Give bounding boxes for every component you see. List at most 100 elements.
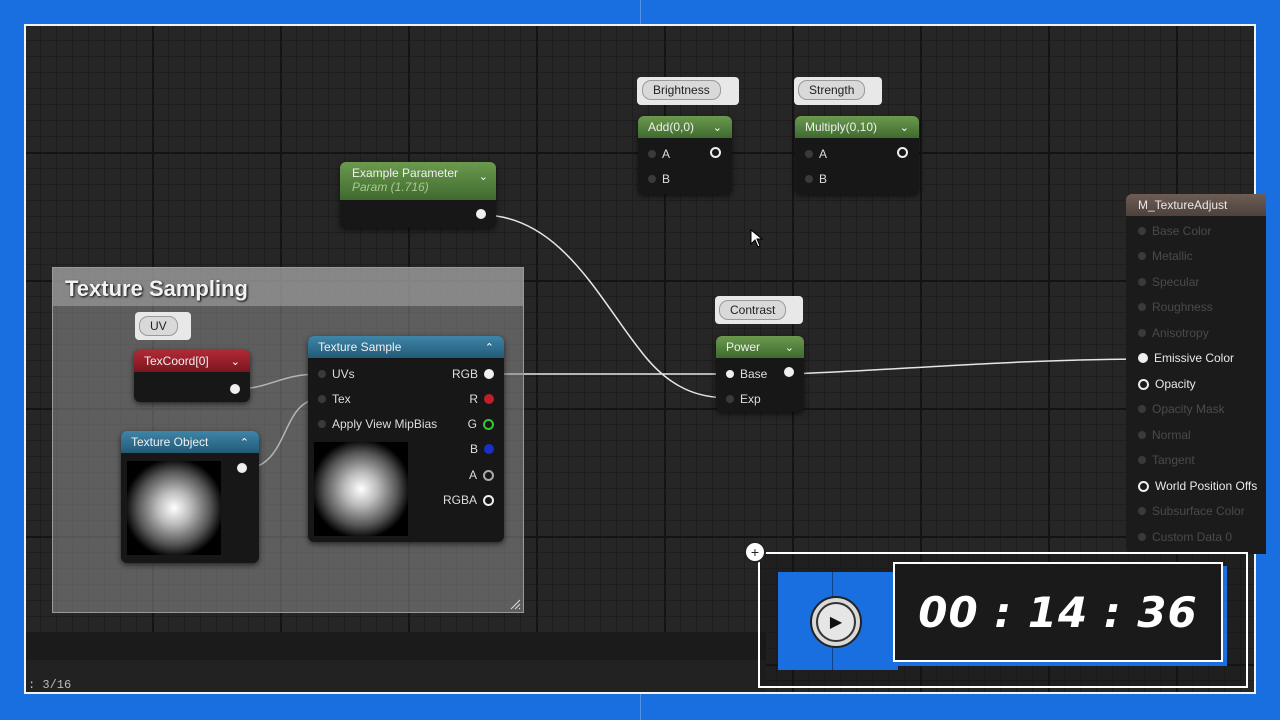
power-node-header[interactable]: Power ⌄ bbox=[716, 336, 804, 358]
pin-dot-icon bbox=[726, 395, 734, 403]
example-parameter-title: Example Parameter bbox=[352, 166, 459, 180]
pin-opacity-mask[interactable]: Opacity Mask bbox=[1138, 402, 1225, 416]
play-icon: ▶ bbox=[816, 602, 856, 642]
multiply-node[interactable]: Multiply(0,10) ⌄ A B bbox=[795, 116, 919, 194]
chevron-down-icon[interactable]: ⌄ bbox=[479, 170, 488, 183]
pin-anisotropy[interactable]: Anisotropy bbox=[1138, 326, 1209, 340]
pin-dot-icon bbox=[1138, 329, 1146, 337]
chevron-up-icon[interactable]: ⌃ bbox=[485, 341, 494, 354]
texture-sample-r-pin[interactable]: R bbox=[469, 392, 494, 406]
power-node-title: Power bbox=[726, 340, 761, 354]
chevron-down-icon[interactable]: ⌄ bbox=[785, 341, 794, 354]
texture-object-header[interactable]: Texture Object ⌃ bbox=[121, 431, 259, 453]
add-pin-b[interactable]: B bbox=[648, 172, 670, 186]
texcoord-output-pin[interactable] bbox=[230, 384, 240, 394]
texcoord-node[interactable]: TexCoord[0] ⌄ bbox=[134, 350, 250, 402]
power-pin-exp[interactable]: Exp bbox=[726, 392, 761, 406]
material-output-node[interactable]: M_TextureAdjust Base Color Metallic Spec… bbox=[1126, 194, 1266, 554]
pin-dot-icon bbox=[648, 175, 656, 183]
chevron-down-icon[interactable]: ⌄ bbox=[900, 121, 909, 134]
pin-label: A bbox=[819, 147, 828, 161]
texture-sample-uvs-pin[interactable]: UVs bbox=[318, 367, 355, 381]
pin-dot-icon bbox=[1138, 480, 1149, 492]
texture-sample-rgba-pin[interactable]: RGBA bbox=[443, 493, 494, 507]
comment-title[interactable]: Texture Sampling bbox=[53, 268, 523, 306]
bottom-toolbar bbox=[26, 632, 766, 660]
pin-tangent[interactable]: Tangent bbox=[1138, 453, 1195, 467]
power-pin-base[interactable]: Base bbox=[726, 367, 767, 381]
multiply-pin-a[interactable]: A bbox=[805, 147, 827, 161]
example-parameter-node[interactable]: Example Parameter Param (1.716) ⌄ bbox=[340, 162, 496, 228]
play-button[interactable]: ▶ bbox=[810, 596, 862, 648]
pin-normal[interactable]: Normal bbox=[1138, 428, 1191, 442]
texture-sample-g-pin[interactable]: G bbox=[468, 417, 494, 431]
pin-dot-icon bbox=[1138, 405, 1146, 413]
pin-label: Exp bbox=[740, 392, 761, 406]
contrast-tag[interactable]: Contrast bbox=[719, 300, 787, 320]
pin-label: Base bbox=[740, 367, 768, 381]
pin-metallic[interactable]: Metallic bbox=[1138, 249, 1193, 263]
rgba-pin-icon bbox=[483, 494, 494, 506]
texture-sample-b-pin[interactable]: B bbox=[470, 442, 494, 456]
output-pin-icon bbox=[710, 147, 721, 158]
pin-specular[interactable]: Specular bbox=[1138, 275, 1199, 289]
pin-emissive-color[interactable]: Emissive Color bbox=[1138, 351, 1234, 365]
texture-object-node[interactable]: Texture Object ⌃ bbox=[121, 431, 259, 563]
pin-label: Opacity bbox=[1155, 377, 1196, 391]
example-parameter-output-pin[interactable] bbox=[476, 209, 486, 219]
texture-object-title: Texture Object bbox=[131, 435, 209, 449]
pin-label: Roughness bbox=[1152, 300, 1213, 314]
multiply-node-header[interactable]: Multiply(0,10) ⌄ bbox=[795, 116, 919, 138]
pin-dot-icon bbox=[726, 370, 734, 378]
pin-roughness[interactable]: Roughness bbox=[1138, 300, 1213, 314]
multiply-pin-b[interactable]: B bbox=[805, 172, 827, 186]
chevron-down-icon[interactable]: ⌄ bbox=[713, 121, 722, 134]
pin-world-position-offset[interactable]: World Position Offs bbox=[1138, 479, 1257, 493]
green-pin-icon bbox=[483, 418, 494, 430]
texture-sample-node[interactable]: Texture Sample ⌃ UVs Tex Apply View MipBi… bbox=[308, 336, 504, 542]
texture-object-output-pin[interactable] bbox=[237, 463, 247, 473]
wire-power-to-emissive bbox=[789, 358, 1141, 375]
pin-dot-icon bbox=[318, 370, 326, 378]
pin-label: B bbox=[662, 172, 671, 186]
pin-opacity[interactable]: Opacity bbox=[1138, 377, 1196, 391]
uv-tag[interactable]: UV bbox=[139, 316, 178, 336]
add-pin-a[interactable]: A bbox=[648, 147, 670, 161]
pin-label: B bbox=[469, 442, 478, 456]
add-node[interactable]: Add(0,0) ⌄ A B bbox=[638, 116, 732, 194]
strength-tag[interactable]: Strength bbox=[798, 80, 866, 100]
alpha-pin-icon bbox=[483, 469, 494, 481]
material-output-title[interactable]: M_TextureAdjust bbox=[1126, 194, 1266, 216]
texcoord-node-header[interactable]: TexCoord[0] ⌄ bbox=[134, 350, 250, 372]
pin-dot-icon bbox=[1138, 378, 1149, 390]
multiply-output-pin[interactable] bbox=[897, 147, 908, 158]
pin-label: A bbox=[662, 147, 671, 161]
resize-handle-icon[interactable] bbox=[509, 598, 521, 610]
texture-sample-tex-pin[interactable]: Tex bbox=[318, 392, 351, 406]
pin-subsurface-color[interactable]: Subsurface Color bbox=[1138, 504, 1245, 518]
add-node-title: Add(0,0) bbox=[648, 120, 695, 134]
pin-custom-data-0[interactable]: Custom Data 0 bbox=[1138, 530, 1232, 544]
pin-label: UVs bbox=[332, 367, 355, 381]
texture-sample-a-pin[interactable]: A bbox=[469, 468, 494, 482]
plus-icon[interactable]: + bbox=[744, 541, 766, 563]
power-node[interactable]: Power ⌄ Base Exp bbox=[716, 336, 804, 412]
add-node-header[interactable]: Add(0,0) ⌄ bbox=[638, 116, 732, 138]
add-output-pin[interactable] bbox=[710, 147, 721, 158]
power-output-pin[interactable] bbox=[784, 367, 794, 377]
output-pin-icon bbox=[784, 367, 794, 377]
texture-sample-header[interactable]: Texture Sample ⌃ bbox=[308, 336, 504, 358]
pin-dot-icon bbox=[1138, 227, 1146, 235]
chevron-up-icon[interactable]: ⌃ bbox=[240, 436, 249, 449]
texture-sample-rgb-pin[interactable]: RGB bbox=[452, 367, 494, 381]
pin-label: Base Color bbox=[1152, 224, 1212, 238]
brightness-tag[interactable]: Brightness bbox=[642, 80, 721, 100]
texture-sample-mipbias-pin[interactable]: Apply View MipBias bbox=[318, 417, 437, 431]
pin-dot-icon bbox=[805, 150, 813, 158]
pin-label: Specular bbox=[1152, 275, 1200, 289]
chevron-down-icon[interactable]: ⌄ bbox=[231, 355, 240, 368]
pin-label: Tangent bbox=[1152, 453, 1195, 467]
example-parameter-header[interactable]: Example Parameter Param (1.716) ⌄ bbox=[340, 162, 496, 200]
pin-label: G bbox=[467, 417, 477, 431]
pin-base-color[interactable]: Base Color bbox=[1138, 224, 1211, 238]
